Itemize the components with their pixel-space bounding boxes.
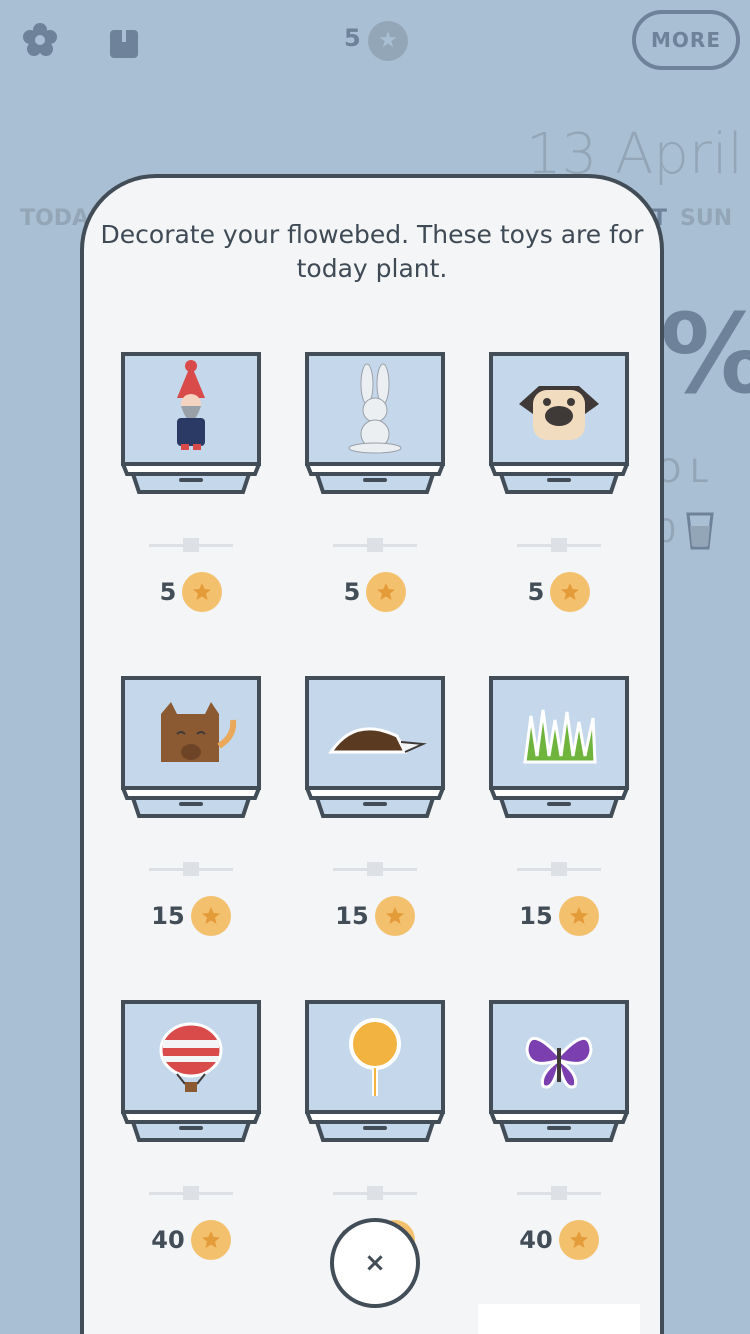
star-coin-icon <box>558 1220 599 1260</box>
top-bar: 5 ★ MORE <box>0 0 750 90</box>
price-value: 5 <box>343 578 361 606</box>
price-value: 40 <box>151 1226 185 1254</box>
level-slider[interactable] <box>149 538 233 552</box>
day-sun-label[interactable]: SUN <box>680 206 732 231</box>
price-value: 15 <box>519 902 553 930</box>
today-label[interactable]: TODA <box>20 206 89 231</box>
star-coin-icon <box>374 896 415 936</box>
toy-box[interactable] <box>121 1000 261 1142</box>
modal-title: Decorate your flowebed. These toys are f… <box>100 220 644 283</box>
cup-icon[interactable] <box>686 512 714 550</box>
price-tag[interactable]: 5 <box>121 572 261 612</box>
bottom-panel <box>478 1304 640 1334</box>
toy-box[interactable] <box>121 352 261 494</box>
toy-box[interactable] <box>489 1000 629 1142</box>
price-value: 40 <box>519 1226 553 1254</box>
star-coin-icon <box>558 896 599 936</box>
price-tag[interactable]: 40 <box>489 1220 629 1260</box>
price-value: 5 <box>159 578 177 606</box>
more-button[interactable]: MORE <box>632 10 740 70</box>
toy-box[interactable] <box>305 676 445 818</box>
price-tag[interactable]: 40 <box>121 1220 261 1260</box>
price-tag[interactable]: 15 <box>121 896 261 936</box>
flower-settings-icon[interactable] <box>22 22 58 58</box>
toy-box[interactable] <box>305 1000 445 1142</box>
price-tag[interactable]: 15 <box>489 896 629 936</box>
star-coin-icon <box>182 572 223 612</box>
star-coin-icon <box>190 1220 231 1260</box>
star-coin-icon: ★ <box>368 21 408 61</box>
share-icon[interactable] <box>108 18 140 60</box>
price-tag[interactable]: 5 <box>305 572 445 612</box>
percent-value: % <box>660 290 750 418</box>
score-value: 5 <box>344 24 361 52</box>
level-slider[interactable] <box>517 1186 601 1200</box>
level-slider[interactable] <box>333 1186 417 1200</box>
level-slider[interactable] <box>333 862 417 876</box>
price-value: 15 <box>335 902 369 930</box>
level-slider[interactable] <box>333 538 417 552</box>
level-slider[interactable] <box>149 862 233 876</box>
price-tag[interactable]: 5 <box>489 572 629 612</box>
toy-box[interactable] <box>489 676 629 818</box>
price-value: 15 <box>151 902 185 930</box>
star-coin-icon <box>190 896 231 936</box>
toy-box[interactable] <box>121 676 261 818</box>
star-coin-icon <box>550 572 591 612</box>
level-slider[interactable] <box>517 862 601 876</box>
close-button[interactable]: × <box>330 1218 420 1308</box>
l-label: L <box>690 452 708 490</box>
level-slider[interactable] <box>517 538 601 552</box>
toy-box[interactable] <box>305 352 445 494</box>
level-slider[interactable] <box>149 1186 233 1200</box>
toy-box[interactable] <box>489 352 629 494</box>
star-coin-icon <box>366 572 407 612</box>
price-value: 5 <box>527 578 545 606</box>
price-tag[interactable]: 15 <box>305 896 445 936</box>
